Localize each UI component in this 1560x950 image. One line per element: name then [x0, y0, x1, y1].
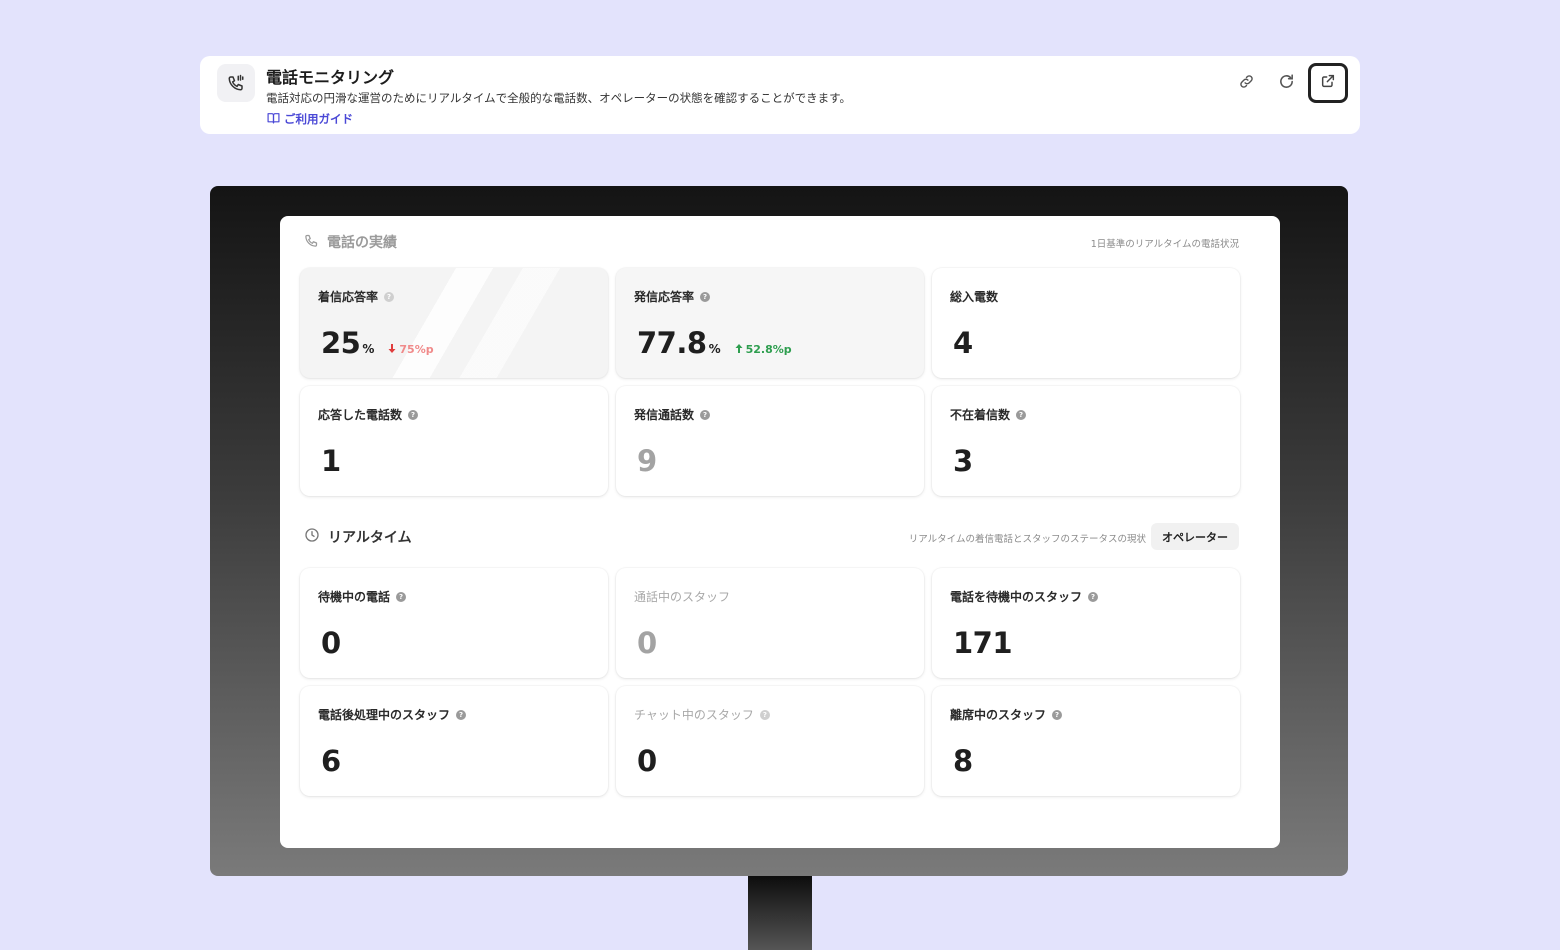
help-icon[interactable]: ?: [408, 409, 419, 420]
metric-card-incoming-answer-rate: 着信応答率 ? 25 % 75%p: [300, 268, 608, 378]
help-icon[interactable]: ?: [396, 591, 407, 602]
realtime-note: リアルタイムの着信電話とスタッフのステータスの現状: [908, 534, 1146, 545]
metric-value: 25 % 75%p: [321, 326, 434, 360]
metric-label: チャット中のスタッフ ?: [634, 706, 770, 723]
metric-card-outgoing-answer-rate: 発信応答率 ? 77.8 % 52.8%p: [616, 268, 924, 378]
metric-card-outgoing-calls: 発信通話数 ? 9: [616, 386, 924, 496]
book-icon: [267, 112, 280, 127]
metric-card-missed-calls: 不在着信数 ? 3: [932, 386, 1240, 496]
metric-value: 4: [953, 326, 973, 360]
operator-button[interactable]: オペレーター: [1151, 523, 1239, 550]
metric-value: 6: [321, 744, 341, 778]
metric-value: 8: [953, 744, 973, 778]
external-link-icon: [1320, 73, 1336, 93]
metric-card-total-incoming: 総入電数 4: [932, 268, 1240, 378]
page-header: 電話モニタリング 電話対応の円滑な運営のためにリアルタイムで全般的な電話数、オペ…: [200, 56, 1360, 134]
performance-grid: 着信応答率 ? 25 % 75%p 発信応答率 ? 77.8 % 52.8%p …: [300, 268, 1240, 496]
help-icon[interactable]: ?: [1016, 409, 1027, 420]
metric-label: 電話後処理中のスタッフ ?: [318, 706, 467, 723]
phone-icon: [304, 233, 319, 252]
metric-card-staff-away: 離席中のスタッフ ? 8: [932, 686, 1240, 796]
metric-card-answered-calls: 応答した電話数 ? 1: [300, 386, 608, 496]
metric-label: 発信通話数 ?: [634, 406, 711, 423]
delta-badge: 75%p: [388, 343, 434, 356]
metric-label: 着信応答率 ?: [318, 288, 395, 305]
arrow-down-icon: [388, 343, 396, 356]
metric-label: 発信応答率 ?: [634, 288, 711, 305]
monitor-screen: 電話の実績 1日基準のリアルタイムの電話状況 着信応答率 ? 25 % 75%p: [280, 216, 1280, 848]
performance-title-text: 電話の実績: [327, 235, 397, 251]
realtime-grid: 待機中の電話 ? 0 通話中のスタッフ 0 電話を待機中のスタッフ ? 171 …: [300, 568, 1240, 796]
help-icon[interactable]: ?: [1088, 591, 1099, 602]
help-icon[interactable]: ?: [456, 709, 467, 720]
arrow-up-icon: [735, 343, 743, 356]
realtime-title-text: リアルタイム: [328, 530, 412, 546]
monitor-frame: 電話の実績 1日基準のリアルタイムの電話状況 着信応答率 ? 25 % 75%p: [210, 186, 1348, 876]
refresh-icon: [1278, 73, 1295, 94]
metric-card-waiting-calls: 待機中の電話 ? 0: [300, 568, 608, 678]
metric-card-staff-after-call: 電話後処理中のスタッフ ? 6: [300, 686, 608, 796]
metric-card-staff-on-call: 通話中のスタッフ 0: [616, 568, 924, 678]
metric-value: 3: [953, 444, 973, 478]
metric-value: 0: [321, 626, 341, 660]
metric-label: 不在着信数 ?: [950, 406, 1027, 423]
metric-label: 電話を待機中のスタッフ ?: [950, 588, 1099, 605]
help-icon[interactable]: ?: [384, 291, 395, 302]
page-description: 電話対応の円滑な運営のためにリアルタイムで全般的な電話数、オペレーターの状態を確…: [266, 91, 851, 105]
help-icon[interactable]: ?: [759, 709, 770, 720]
page-title: 電話モニタリング: [266, 68, 395, 87]
metric-value: 0: [637, 744, 657, 778]
help-icon[interactable]: ?: [700, 409, 711, 420]
performance-section-title: 電話の実績: [304, 232, 397, 252]
metric-label: 通話中のスタッフ: [634, 590, 731, 604]
metric-value: 77.8 % 52.8%p: [637, 326, 792, 360]
metric-label: 総入電数: [950, 290, 999, 304]
copy-link-button[interactable]: [1228, 65, 1264, 101]
realtime-section-title: リアルタイム: [304, 527, 412, 547]
user-guide-link[interactable]: ご利用ガイド: [267, 111, 353, 127]
open-external-button[interactable]: [1308, 63, 1348, 103]
refresh-button[interactable]: [1268, 65, 1304, 101]
metric-label: 応答した電話数 ?: [318, 406, 419, 423]
metric-value: 1: [321, 444, 341, 478]
metric-label: 離席中のスタッフ ?: [950, 706, 1063, 723]
metric-card-staff-chatting: チャット中のスタッフ ? 0: [616, 686, 924, 796]
metric-value: 0: [637, 626, 657, 660]
metric-value: 171: [953, 626, 1013, 660]
phone-monitor-icon: [217, 64, 255, 102]
monitor-stand: [748, 876, 812, 950]
delta-badge: 52.8%p: [735, 343, 792, 356]
link-icon: [1238, 73, 1255, 94]
metric-label: 待機中の電話 ?: [318, 588, 407, 605]
clock-icon: [304, 527, 320, 547]
help-icon[interactable]: ?: [1052, 709, 1063, 720]
performance-note: 1日基準のリアルタイムの電話状況: [1090, 239, 1239, 250]
metric-value: 9: [637, 444, 657, 478]
user-guide-label: ご利用ガイド: [284, 112, 353, 126]
metric-card-staff-waiting: 電話を待機中のスタッフ ? 171: [932, 568, 1240, 678]
help-icon[interactable]: ?: [700, 291, 711, 302]
header-actions: [1228, 63, 1348, 103]
